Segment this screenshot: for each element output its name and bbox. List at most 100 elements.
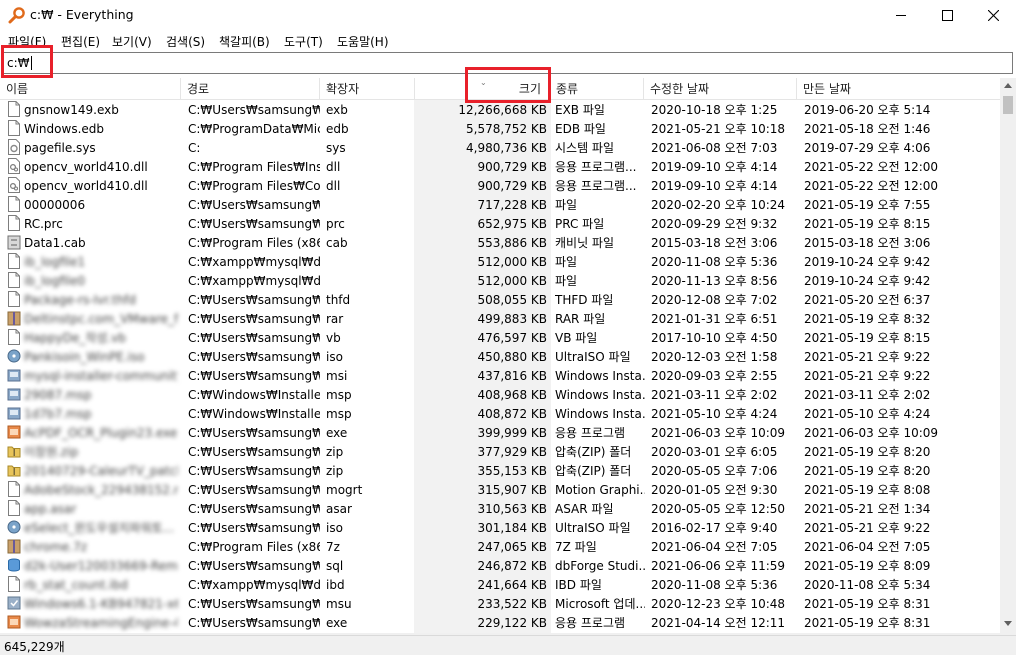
table-row[interactable]: RC.prc C:₩Users₩samsung₩... prc 652,975 KB P… bbox=[0, 214, 1000, 233]
table-row[interactable]: opencv_world410.dll C:₩Program Files₩Co..… bbox=[0, 176, 1000, 195]
file-extension: msi bbox=[326, 369, 348, 383]
file-name: pagefile.sys bbox=[24, 141, 96, 155]
date-modified: 2020-05-05 오후 7:06 bbox=[651, 464, 778, 478]
date-modified: 2021-06-06 오후 11:59 bbox=[651, 559, 786, 573]
maximize-button[interactable] bbox=[924, 0, 970, 30]
table-row[interactable]: pagefile.sys C: sys 4,980,736 KB 시스템 파일 2021-… bbox=[0, 138, 1000, 157]
date-modified: 2020-05-05 오후 12:50 bbox=[651, 502, 786, 516]
table-row[interactable]: AdobeStock_229438152.m... C:₩Users₩samsun… bbox=[0, 480, 1000, 499]
column-extension[interactable]: 확장자 bbox=[320, 78, 415, 100]
table-row[interactable]: Data1.cab C:₩Program Files (x86... cab 553,… bbox=[0, 233, 1000, 252]
dll-file-icon bbox=[7, 158, 21, 174]
date-modified: 2016-02-17 오후 9:40 bbox=[651, 521, 778, 535]
table-row[interactable]: 이창원.zip C:₩Users₩samsung₩... zip 377,929 KB… bbox=[0, 442, 1000, 461]
table-row[interactable]: ib_logfile0 C:₩xampp₩mysql₩data 512,000 KB… bbox=[0, 271, 1000, 290]
column-created[interactable]: 만든 날짜 bbox=[797, 78, 1000, 100]
menu-bookmarks[interactable]: 책갈피(B) bbox=[219, 33, 270, 50]
file-extension: zip bbox=[326, 464, 344, 478]
file-name: 이창원.zip bbox=[24, 445, 79, 459]
file-extension: edb bbox=[326, 122, 349, 136]
file-icon bbox=[7, 576, 21, 592]
date-modified: 2020-12-03 오전 1:58 bbox=[651, 350, 778, 364]
file-type: 시스템 파일 bbox=[555, 141, 615, 155]
date-modified: 2020-09-29 오전 9:32 bbox=[651, 217, 778, 231]
file-extension: exe bbox=[326, 426, 348, 440]
table-row[interactable]: 1d7b7.msp C:₩Windows₩Installer msp 408,872 … bbox=[0, 404, 1000, 423]
date-created: 2021-05-21 오후 9:22 bbox=[804, 521, 931, 535]
column-type[interactable]: 종류 bbox=[550, 78, 644, 100]
table-row[interactable]: 20140729-CaleurTV_patch... C:₩Users₩samsu… bbox=[0, 461, 1000, 480]
close-icon bbox=[987, 9, 999, 21]
table-row[interactable]: WowzaStreamingEngine-4... C:₩Users₩samsun… bbox=[0, 613, 1000, 632]
menu-bar: 파일(F) 편집(E) 보기(V) 검색(S) 책갈피(B) 도구(T) 도움말… bbox=[0, 30, 1016, 50]
table-row[interactable]: Deltinstpc.com_VMware_f... C:₩Users₩samsu… bbox=[0, 309, 1000, 328]
file-extension: zip bbox=[326, 445, 344, 459]
date-modified: 2015-03-18 오전 3:06 bbox=[651, 236, 778, 250]
file-extension: dll bbox=[326, 160, 341, 174]
close-button[interactable] bbox=[970, 0, 1016, 30]
file-name: Data1.cab bbox=[24, 236, 86, 250]
file-path: C:₩Users₩samsung₩... bbox=[188, 521, 320, 535]
table-row[interactable]: Pankisoin_WinPE.iso C:₩Users₩samsung₩... i… bbox=[0, 347, 1000, 366]
file-path: C:₩xampp₩mysql₩data bbox=[188, 255, 320, 269]
file-path: C:₩Users₩samsung₩... bbox=[188, 616, 320, 630]
file-size: 512,000 KB bbox=[477, 255, 547, 269]
menu-view[interactable]: 보기(V) bbox=[112, 33, 152, 50]
date-created: 2021-05-22 오전 12:00 bbox=[804, 179, 939, 193]
file-type: 응용 프로그램... bbox=[555, 160, 637, 174]
menu-edit[interactable]: 편집(E) bbox=[61, 33, 100, 50]
date-created: 2019-07-29 오후 4:06 bbox=[804, 141, 931, 155]
table-row[interactable]: d2k-User120033669-Rem... C:₩Users₩samsung… bbox=[0, 556, 1000, 575]
file-size: 233,522 KB bbox=[477, 597, 547, 611]
table-row[interactable]: opencv_world410.dll C:₩Program Files₩Inst… bbox=[0, 157, 1000, 176]
date-created: 2021-05-18 오전 1:46 bbox=[804, 122, 931, 136]
menu-search[interactable]: 검색(S) bbox=[166, 33, 205, 50]
table-row[interactable]: Windows.edb C:₩ProgramData₩Mic... edb 5,578… bbox=[0, 119, 1000, 138]
update-package-icon bbox=[7, 595, 21, 611]
file-type: 압축(ZIP) 폴더 bbox=[555, 464, 632, 478]
menu-tools[interactable]: 도구(T) bbox=[284, 33, 323, 50]
file-type: ASAR 파일 bbox=[555, 502, 614, 516]
scroll-up-icon[interactable] bbox=[1004, 82, 1012, 88]
scroll-down-icon[interactable] bbox=[1004, 621, 1012, 627]
installer-icon bbox=[7, 405, 21, 421]
file-type: Windows Insta... bbox=[555, 407, 645, 421]
table-row[interactable]: 00000006 C:₩Users₩samsung₩... 717,228 KB 파일… bbox=[0, 195, 1000, 214]
table-row[interactable]: AcPDF_OCR_Plugin23.exe C:₩Users₩samsung₩.… bbox=[0, 423, 1000, 442]
file-name: mysql-installer-community... bbox=[24, 369, 178, 383]
date-created: 2021-05-19 오후 8:31 bbox=[804, 597, 931, 611]
table-row[interactable]: mysql-installer-community... C:₩Users₩sam… bbox=[0, 366, 1000, 385]
column-path[interactable]: 경로 bbox=[181, 78, 320, 100]
file-list: gnsnow149.exb C:₩Users₩samsung₩E... exb 12,… bbox=[0, 100, 1000, 633]
table-row[interactable]: app.asar C:₩Users₩samsung₩... asar 310,563 … bbox=[0, 499, 1000, 518]
minimize-button[interactable] bbox=[878, 0, 924, 30]
zip-folder-icon bbox=[7, 462, 21, 478]
file-size: 301,184 KB bbox=[477, 521, 547, 535]
table-row[interactable]: rb_stat_count.ibd C:₩xampp₩mysql₩da... ibd… bbox=[0, 575, 1000, 594]
column-name[interactable]: 이름 bbox=[0, 78, 181, 100]
table-row[interactable]: chrome.7z C:₩Program Files (x86... 7z 247,0… bbox=[0, 537, 1000, 556]
date-created: 2021-05-21 오전 1:34 bbox=[804, 502, 931, 516]
date-modified: 2021-06-04 오전 7:05 bbox=[651, 540, 778, 554]
file-size: 717,228 KB bbox=[477, 198, 547, 212]
menu-help[interactable]: 도움말(H) bbox=[337, 33, 389, 50]
file-name: 1d7b7.msp bbox=[24, 407, 92, 421]
table-row[interactable]: HappyDe_작성.vb C:₩Users₩samsung₩... vb 476,5… bbox=[0, 328, 1000, 347]
table-row[interactable]: Package-rs-Ivr.thfd C:₩Users₩samsung₩... t… bbox=[0, 290, 1000, 309]
scrollbar-thumb[interactable] bbox=[1003, 96, 1013, 114]
file-extension: msp bbox=[326, 388, 352, 402]
application-icon bbox=[7, 424, 21, 440]
file-name: chrome.7z bbox=[24, 540, 88, 554]
file-size: 247,065 KB bbox=[477, 540, 547, 554]
table-row[interactable]: eSelect_윈도우설치파워토... C:₩Users₩samsung₩... i… bbox=[0, 518, 1000, 537]
table-row[interactable]: ib_logfile1 C:₩xampp₩mysql₩data 512,000 KB… bbox=[0, 252, 1000, 271]
table-row[interactable]: Windows6.1-KB947821-x6... C:₩Users₩samsun… bbox=[0, 594, 1000, 613]
file-extension bbox=[326, 254, 412, 270]
file-type: dbForge Studi... bbox=[555, 559, 645, 573]
date-modified: 2020-10-18 오후 1:25 bbox=[651, 103, 778, 117]
date-modified: 2020-01-05 오전 9:30 bbox=[651, 483, 778, 497]
title-bar: c:₩ - Everything bbox=[0, 0, 1016, 30]
vertical-scrollbar[interactable] bbox=[1000, 78, 1016, 633]
table-row[interactable]: 29087.msp C:₩Windows₩Installer msp 408,968 … bbox=[0, 385, 1000, 404]
column-modified[interactable]: 수정한 날짜 bbox=[644, 78, 797, 100]
